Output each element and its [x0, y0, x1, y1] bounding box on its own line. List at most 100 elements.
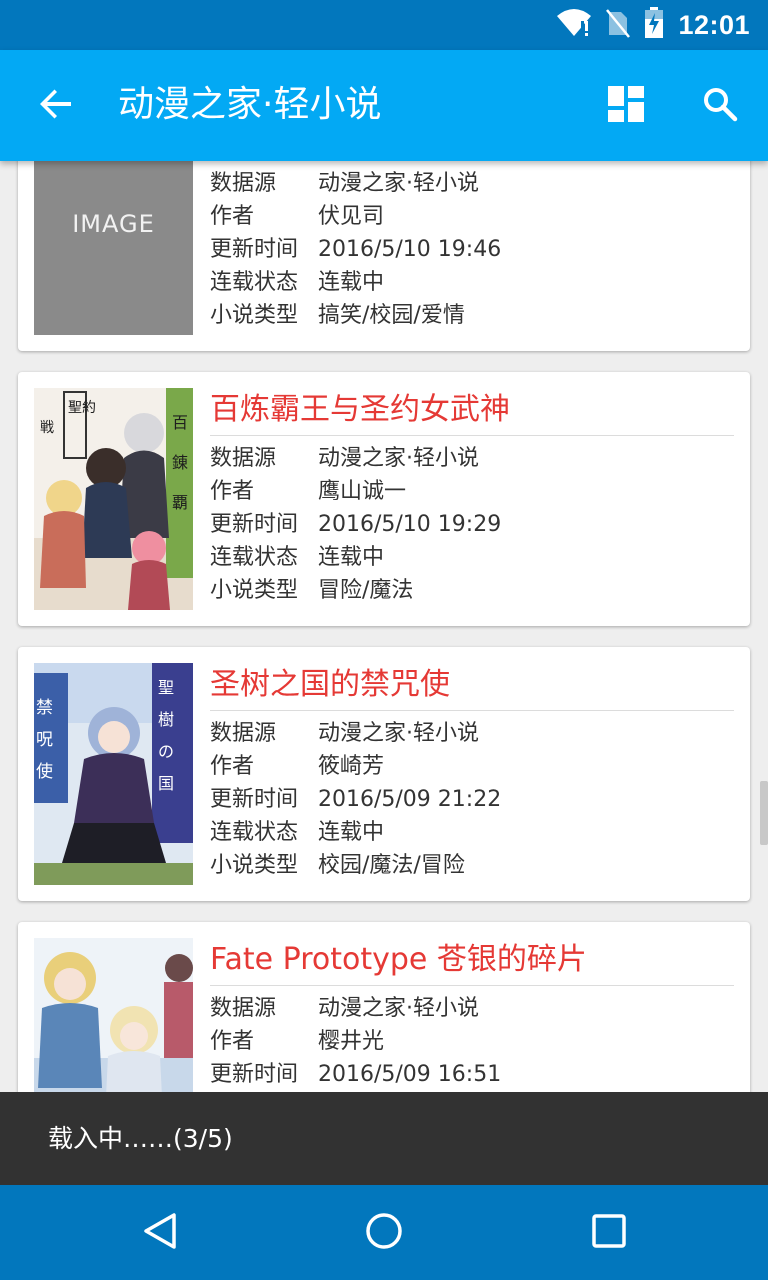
novel-title[interactable]: Fate Prototype 苍银的碎片	[210, 940, 734, 986]
field-value: 搞笑/校园/爱情	[318, 303, 465, 328]
dashboard-icon	[608, 86, 644, 126]
svg-text:国: 国	[158, 774, 174, 793]
field-author: 作者 鹰山诚一	[210, 475, 406, 508]
novel-cover: 禁 呪 使 聖 樹 の 国	[34, 663, 193, 885]
field-updated: 更新时间 2016/5/10 19:29	[210, 508, 501, 541]
field-value: 2016/5/10 19:29	[318, 512, 502, 537]
svg-text:錬: 錬	[172, 453, 188, 472]
field-label: 连载状态	[210, 545, 299, 570]
field-label: 连载状态	[210, 270, 299, 295]
field-updated: 更新时间 2016/5/09 16:51	[210, 1058, 501, 1091]
field-updated: 更新时间 2016/5/09 21:22	[210, 783, 501, 816]
field-value: 动漫之家·轻小说	[318, 721, 479, 746]
field-label: 作者	[210, 204, 255, 229]
field-genre: 小说类型 搞笑/校园/爱情	[210, 299, 465, 332]
loading-snackbar: 载入中……(3/5)	[0, 1092, 768, 1185]
novel-title[interactable]: 百炼霸王与圣约女武神	[210, 390, 734, 436]
svg-text:戦: 戦	[40, 420, 54, 436]
field-value: 筱崎芳	[318, 754, 385, 779]
svg-text:樹: 樹	[158, 710, 174, 729]
svg-text:百: 百	[172, 413, 188, 432]
novel-card[interactable]: 百 錬 覇 聖約 戦 百炼霸王与圣约女武神 数据源 动漫之家·轻小说 作者 鹰山诚一…	[18, 372, 750, 626]
search-icon	[702, 86, 738, 126]
field-value: 动漫之家·轻小说	[318, 171, 479, 196]
svg-text:聖: 聖	[158, 678, 174, 697]
field-label: 作者	[210, 1029, 255, 1054]
novel-list[interactable]: IMAGE 数据源 动漫之家·轻小说 作者 伏见司 更新时间 2016/5/10 19…	[0, 161, 768, 1185]
field-source: 数据源 动漫之家·轻小说	[210, 717, 479, 750]
field-label: 小说类型	[210, 853, 299, 878]
field-value: 2016/5/09 16:51	[318, 1062, 502, 1087]
svg-text:使: 使	[36, 761, 53, 782]
field-value: 2016/5/09 21:22	[318, 787, 502, 812]
scrollbar[interactable]	[760, 781, 768, 845]
novel-title[interactable]: 圣树之国的禁咒使	[210, 665, 734, 711]
svg-text:呪: 呪	[36, 730, 53, 750]
search-button[interactable]	[694, 80, 746, 132]
page-title: 动漫之家·轻小说	[118, 84, 382, 125]
field-value: 动漫之家·轻小说	[318, 996, 479, 1021]
placeholder-text: IMAGE	[72, 210, 155, 238]
field-status: 连载状态 连载中	[210, 816, 384, 849]
nav-back-icon	[140, 1211, 180, 1255]
no-sim-icon	[606, 8, 631, 42]
field-label: 更新时间	[210, 1062, 299, 1087]
field-label: 更新时间	[210, 787, 299, 812]
field-genre: 小说类型 冒险/魔法	[210, 574, 413, 607]
status-bar: 12:01	[0, 0, 768, 50]
field-value: 鹰山诚一	[318, 479, 407, 504]
field-label: 数据源	[210, 996, 277, 1021]
field-genre: 小说类型 校园/魔法/冒险	[210, 849, 465, 882]
field-label: 连载状态	[210, 820, 299, 845]
layout-toggle-button[interactable]	[600, 80, 652, 132]
field-label: 数据源	[210, 446, 277, 471]
nav-recents-button[interactable]	[583, 1207, 635, 1259]
field-value: 连载中	[318, 545, 385, 570]
back-button[interactable]	[30, 80, 82, 132]
svg-text:聖約: 聖約	[68, 400, 96, 416]
status-icons: 12:01	[556, 7, 750, 43]
back-arrow-icon	[38, 86, 74, 126]
field-label: 更新时间	[210, 512, 299, 537]
field-source: 数据源 动漫之家·轻小说	[210, 992, 479, 1025]
nav-recents-icon	[589, 1211, 629, 1255]
battery-icon	[644, 7, 664, 43]
field-value: 冒险/魔法	[318, 578, 414, 603]
field-label: 数据源	[210, 721, 277, 746]
snackbar-text: 载入中……(3/5)	[48, 1124, 233, 1153]
nav-home-button[interactable]	[358, 1207, 410, 1259]
field-author: 作者 樱井光	[210, 1025, 384, 1058]
novel-cover: 百 錬 覇 聖約 戦	[34, 388, 193, 610]
field-value: 连载中	[318, 820, 385, 845]
nav-back-button[interactable]	[134, 1207, 186, 1259]
field-author: 作者 筱崎芳	[210, 750, 384, 783]
field-status: 连载状态 连载中	[210, 266, 384, 299]
svg-text:覇: 覇	[172, 493, 188, 512]
field-source: 数据源 动漫之家·轻小说	[210, 442, 479, 475]
novel-card[interactable]: IMAGE 数据源 动漫之家·轻小说 作者 伏见司 更新时间 2016/5/10 19…	[18, 161, 750, 351]
field-label: 作者	[210, 479, 255, 504]
svg-text:の: の	[158, 742, 174, 761]
field-value: 校园/魔法/冒险	[318, 853, 465, 878]
svg-text:禁: 禁	[36, 698, 53, 718]
field-label: 小说类型	[210, 578, 299, 603]
system-nav-bar	[0, 1185, 768, 1280]
field-label: 更新时间	[210, 237, 299, 262]
field-value: 连载中	[318, 270, 385, 295]
field-updated: 更新时间 2016/5/10 19:46	[210, 233, 501, 266]
field-label: 小说类型	[210, 303, 299, 328]
novel-card[interactable]: 禁 呪 使 聖 樹 の 国 圣树之国的禁咒使 数据源 动漫之家·轻小说 作者 筱崎芳…	[18, 647, 750, 901]
app-bar: 动漫之家·轻小说	[0, 50, 768, 161]
field-value: 樱井光	[318, 1029, 385, 1054]
field-source: 数据源 动漫之家·轻小说	[210, 167, 479, 200]
field-label: 作者	[210, 754, 255, 779]
nav-home-icon	[364, 1211, 404, 1255]
field-value: 动漫之家·轻小说	[318, 446, 479, 471]
field-label: 数据源	[210, 171, 277, 196]
field-value: 伏见司	[318, 204, 385, 229]
field-author: 作者 伏见司	[210, 200, 384, 233]
wifi-icon	[556, 8, 592, 42]
field-status: 连载状态 连载中	[210, 541, 384, 574]
field-value: 2016/5/10 19:46	[318, 237, 502, 262]
status-time: 12:01	[678, 9, 750, 40]
